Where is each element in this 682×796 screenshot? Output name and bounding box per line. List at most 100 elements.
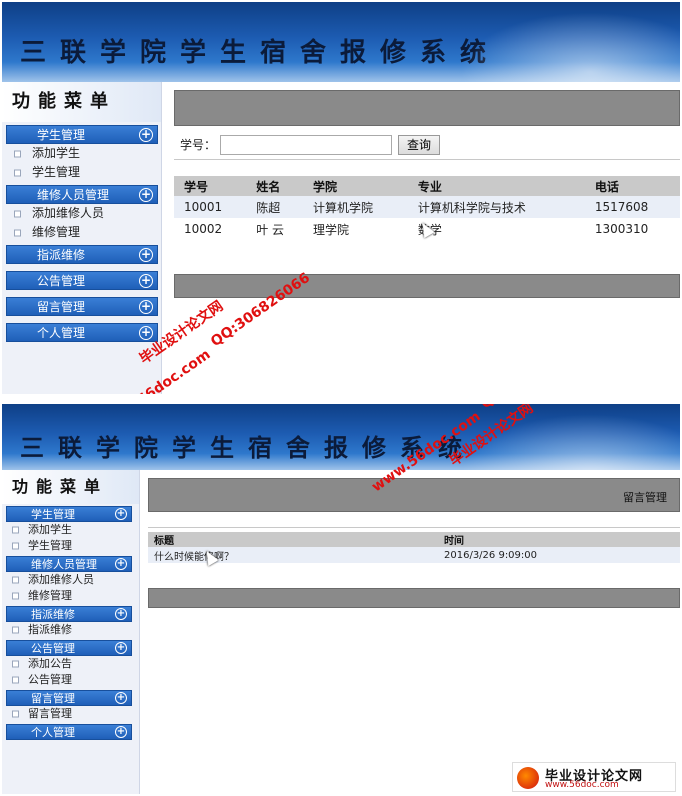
message-table: 标题 时间 什么时候能修啊？ 2016/3/26 9:09:00 (148, 532, 680, 563)
menu-group-assign-repair[interactable]: 指派维修 + (6, 606, 132, 622)
list-item-icon (14, 229, 21, 236)
menu-item-student-management[interactable]: 学生管理 (2, 538, 139, 554)
table-cell: 什么时候能修啊？ (148, 547, 438, 563)
menu-group-label: 维修人员管理 (37, 188, 110, 202)
menu-group-label: 个人管理 (37, 326, 86, 340)
sidebar: 功能菜单 学生管理 + 添加学生 学生管理 维修人员管理 + 添加维修人员 维修… (2, 82, 162, 394)
plus-circle-icon[interactable]: + (139, 300, 153, 314)
logo-url: www.56doc.com (545, 780, 619, 790)
menu-item-repair-management[interactable]: 维修管理 (2, 223, 161, 242)
header-banner: 三联学院学生宿舍报修系统 (2, 2, 680, 82)
menu-item-label: 学生管理 (28, 539, 72, 552)
menu-item-label: 添加公告 (28, 657, 72, 670)
table-row[interactable]: 10001 陈超 计算机学院 计算机科学院与技术 1517608 (174, 196, 680, 218)
column-header: 时间 (438, 532, 680, 547)
list-item-icon (12, 660, 19, 668)
list-item-icon (12, 676, 19, 684)
menu-item-add-repairman[interactable]: 添加维修人员 (2, 204, 161, 223)
menu-title: 功能菜单 (2, 470, 139, 504)
plus-circle-icon[interactable]: + (115, 726, 127, 738)
menu-item-label: 添加维修人员 (28, 573, 94, 586)
menu-item-label: 学生管理 (32, 165, 81, 179)
menu-group-personal-management[interactable]: 个人管理 + (6, 323, 158, 342)
menu-group-assign-repair[interactable]: 指派维修 + (6, 245, 158, 264)
menu-group-personal-management[interactable]: 个人管理 + (6, 724, 132, 740)
menu-item-add-repairman[interactable]: 添加维修人员 (2, 572, 139, 588)
table-cell: 计算机科学院与技术 (407, 196, 585, 218)
table-header-row: 标题 时间 (148, 532, 680, 547)
page-title: 留言管理 (623, 491, 667, 504)
menu-item-repair-management[interactable]: 维修管理 (2, 588, 139, 604)
menu-item-label: 添加学生 (32, 146, 81, 160)
menu-item-assign-repair[interactable]: 指派维修 (2, 622, 139, 638)
menu-group-label: 学生管理 (31, 508, 75, 521)
list-item-icon (12, 626, 19, 634)
menu-group-message-management[interactable]: 留言管理 + (6, 690, 132, 706)
menu-group-label: 留言管理 (37, 300, 86, 314)
column-header: 姓名 (246, 176, 303, 196)
app-title: 三联学院学生宿舍报修系统 (20, 433, 476, 462)
plus-circle-icon[interactable]: + (115, 642, 127, 654)
menu-item-label: 维修管理 (32, 225, 81, 239)
menu-group-student-management[interactable]: 学生管理 + (6, 125, 158, 144)
menu-item-label: 指派维修 (28, 623, 72, 636)
plus-circle-icon[interactable]: + (115, 508, 127, 520)
search-button[interactable]: 查询 (398, 134, 441, 155)
table-row[interactable]: 什么时候能修啊？ 2016/3/26 9:09:00 (148, 547, 680, 563)
menu-item-add-student[interactable]: 添加学生 (2, 144, 161, 163)
plus-circle-icon[interactable]: + (139, 128, 153, 142)
student-id-input[interactable] (220, 134, 393, 155)
plus-circle-icon[interactable]: + (139, 326, 153, 340)
menu-group-message-management[interactable]: 留言管理 + (6, 297, 158, 316)
bottom-bar (148, 588, 680, 608)
list-item-icon (12, 542, 19, 550)
menu-group-label: 指派维修 (31, 608, 75, 621)
menu-group-label: 个人管理 (31, 726, 75, 739)
list-item-icon (12, 592, 19, 600)
menu-title: 功能菜单 (2, 82, 161, 122)
menu-group-repairman-management[interactable]: 维修人员管理 + (6, 185, 158, 204)
plus-circle-icon[interactable]: + (139, 188, 153, 202)
plus-circle-icon[interactable]: + (115, 558, 127, 570)
menu-item-notice-management[interactable]: 公告管理 (2, 672, 139, 688)
site-logo: 毕业设计论文网 www.56doc.com (512, 762, 676, 792)
menu-item-label: 添加维修人员 (32, 206, 105, 220)
table-cell: 陈超 (246, 196, 303, 218)
menu-group-repairman-management[interactable]: 维修人员管理 + (6, 556, 132, 572)
plus-circle-icon[interactable]: + (139, 248, 153, 262)
sidebar: 功能菜单 学生管理 + 添加学生 学生管理 维修人员管理 + 添加维修人员 维修… (2, 470, 140, 794)
menu-item-label: 留言管理 (28, 707, 72, 720)
menu-item-add-student[interactable]: 添加学生 (2, 522, 139, 538)
list-item-icon (14, 210, 21, 217)
table-cell: 数学 (417, 222, 442, 237)
menu-item-student-management[interactable]: 学生管理 (2, 163, 161, 182)
menu-group-notice-management[interactable]: 公告管理 + (6, 640, 132, 656)
plus-circle-icon[interactable]: + (139, 274, 153, 288)
app-title: 三联学院学生宿舍报修系统 (20, 38, 501, 68)
list-item-icon (14, 169, 21, 176)
table-header-row: 学号 姓名 学院 专业 电话 (174, 176, 680, 196)
menu-item-message-management[interactable]: 留言管理 (2, 706, 139, 722)
menu-group-notice-management[interactable]: 公告管理 + (6, 271, 158, 290)
list-item-icon (12, 526, 19, 534)
menu-group-label: 公告管理 (31, 642, 75, 655)
top-bar (174, 90, 680, 126)
menu-group-label: 学生管理 (37, 128, 86, 142)
menu-group-label: 指派维修 (37, 248, 86, 262)
plus-circle-icon[interactable]: + (115, 692, 127, 704)
list-item-icon (14, 150, 21, 157)
top-bar: 留言管理 (148, 478, 680, 512)
column-header: 专业 (407, 176, 585, 196)
table-cell: 1300310 (594, 222, 649, 236)
menu-item-add-notice[interactable]: 添加公告 (2, 656, 139, 672)
list-item-icon (12, 576, 19, 584)
menu-group-label: 公告管理 (37, 274, 86, 288)
plus-circle-icon[interactable]: + (115, 608, 127, 620)
logo-badge-icon (517, 767, 539, 789)
column-header: 标题 (148, 532, 438, 547)
table-cell: 10001 (174, 196, 247, 218)
column-header: 学院 (302, 176, 408, 196)
menu-group-student-management[interactable]: 学生管理 + (6, 506, 132, 522)
table-cell: 理学院 (312, 222, 349, 237)
header-banner: 三联学院学生宿舍报修系统 (2, 404, 680, 470)
